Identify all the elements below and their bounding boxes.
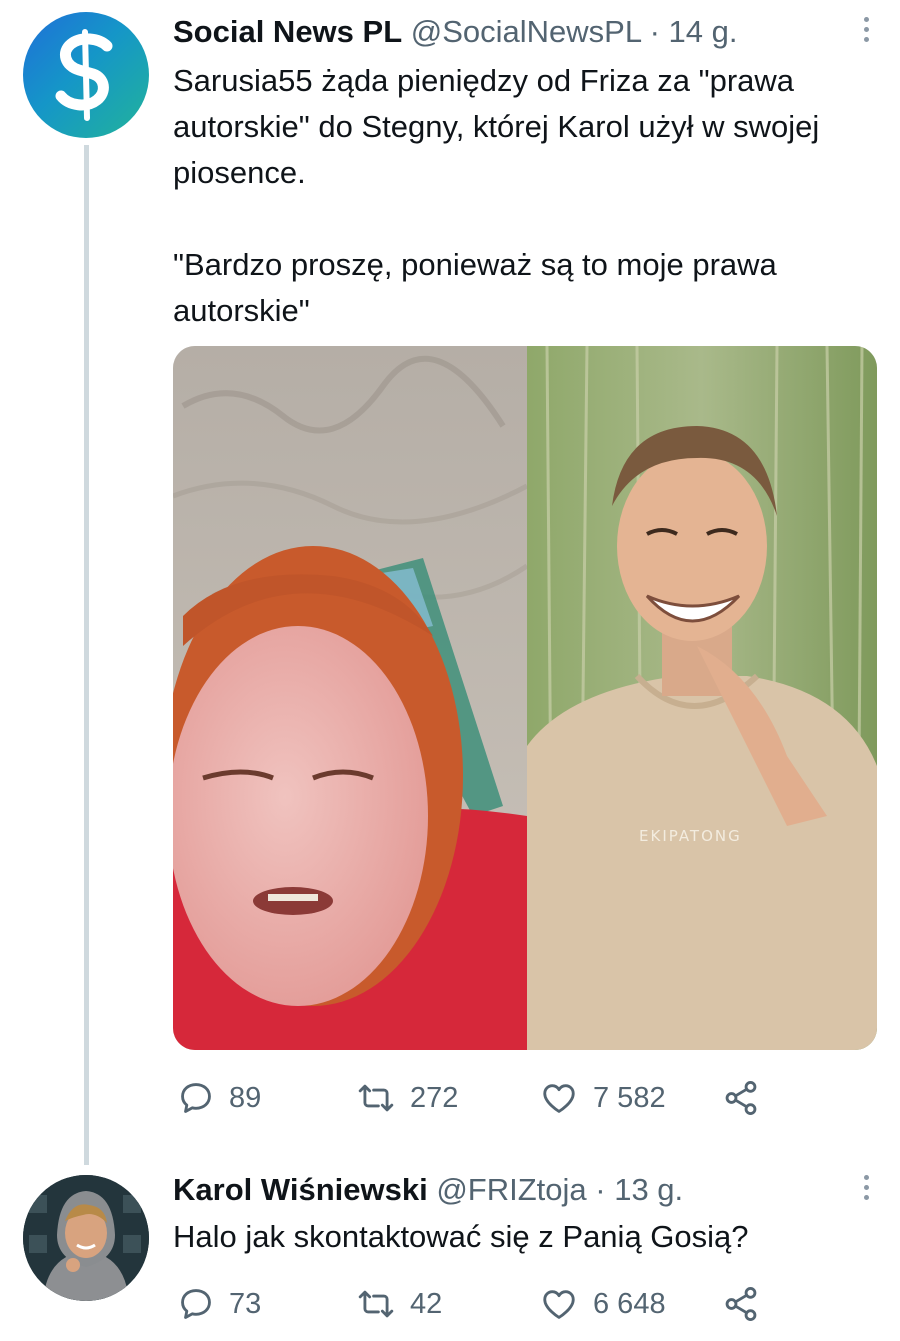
avatar[interactable]: [23, 1175, 149, 1301]
like-button[interactable]: 7 582: [539, 1078, 666, 1118]
logo-icon: S: [23, 12, 113, 121]
more-icon[interactable]: [864, 17, 870, 47]
tweet-header: Social News PL @SocialNewsPL · 14 g.: [173, 14, 737, 50]
share-icon: [725, 1081, 757, 1115]
retweet-button[interactable]: 42: [356, 1284, 442, 1324]
retweet-icon: [358, 1084, 394, 1112]
like-count: 7 582: [593, 1081, 666, 1114]
shirt-text: EKIPATONG: [639, 827, 742, 845]
avatar-letter: S: [23, 12, 24, 13]
retweet-icon: [358, 1290, 394, 1318]
retweet-button[interactable]: 272: [356, 1078, 458, 1118]
retweet-count: 42: [410, 1287, 443, 1320]
tweet-media[interactable]: EKIPATONG: [173, 346, 877, 1050]
tweet-text: Sarusia55 żąda pieniędzy od Friza za "pr…: [173, 58, 863, 334]
photo-woman[interactable]: [173, 346, 527, 1050]
tweet-text: Halo jak skontaktować się z Panią Gosią?: [173, 1219, 749, 1254]
tweet-paragraph: "Bardzo proszę, ponieważ są to moje praw…: [173, 247, 786, 328]
like-count: 6 648: [593, 1287, 666, 1320]
tweet-actions: 89 272 7 582: [173, 1078, 773, 1118]
share-button[interactable]: [721, 1284, 761, 1324]
retweet-count: 272: [410, 1081, 459, 1114]
reply-tweet[interactable]: Karol Wiśniewski @FRIZtoja · 13 g. Halo …: [0, 1160, 900, 1341]
like-button[interactable]: 6 648: [539, 1284, 666, 1324]
thread-line: [84, 145, 89, 1165]
profile-photo: [23, 1175, 149, 1301]
photo-man[interactable]: EKIPATONG: [527, 346, 877, 1050]
reply-button[interactable]: 89: [177, 1078, 261, 1118]
share-icon: [725, 1287, 757, 1321]
author-name[interactable]: Karol Wiśniewski: [173, 1172, 428, 1207]
timestamp[interactable]: · 13 g.: [595, 1172, 683, 1207]
tweet-paragraph: Sarusia55 żąda pieniędzy od Friza za "pr…: [173, 63, 828, 190]
share-button[interactable]: [721, 1078, 761, 1118]
reply-icon: [181, 1289, 211, 1319]
author-handle[interactable]: @SocialNewsPL: [411, 14, 641, 49]
tweet-header: Karol Wiśniewski @FRIZtoja · 13 g.: [173, 1172, 683, 1208]
tweet[interactable]: S Social News PL @SocialNewsPL · 14 g. S…: [0, 0, 900, 1165]
timestamp[interactable]: · 14 g.: [650, 14, 738, 49]
tweet-actions: 73 42 6 648: [173, 1284, 773, 1324]
reply-count: 89: [229, 1081, 262, 1114]
more-icon[interactable]: [864, 1175, 870, 1205]
like-icon: [543, 1290, 575, 1319]
author-handle[interactable]: @FRIZtoja: [436, 1172, 586, 1207]
like-icon: [543, 1084, 575, 1113]
reply-count: 73: [229, 1287, 262, 1320]
reply-button[interactable]: 73: [177, 1284, 261, 1324]
avatar[interactable]: S: [23, 12, 149, 138]
reply-icon: [181, 1083, 211, 1113]
author-name[interactable]: Social News PL: [173, 14, 402, 49]
